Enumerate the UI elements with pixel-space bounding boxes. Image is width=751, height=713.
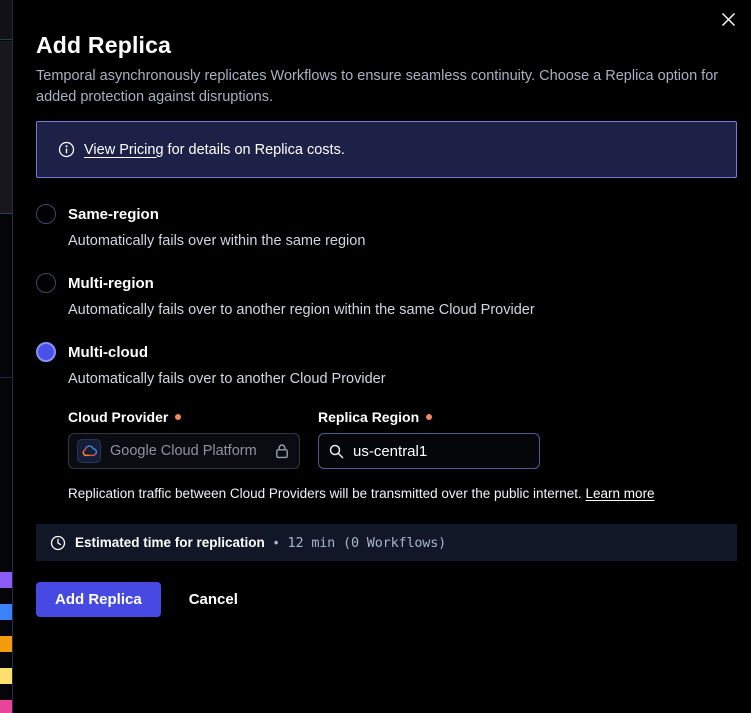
background-panel-segment	[0, 0, 12, 40]
clock-icon	[50, 535, 66, 551]
option-description: Automatically fails over to another regi…	[68, 302, 737, 318]
background-page-edge	[0, 0, 13, 713]
cancel-button[interactable]: Cancel	[189, 591, 238, 608]
replica-region-search-field[interactable]	[318, 433, 540, 469]
add-replica-modal: Add Replica Temporal asynchronously repl…	[13, 0, 751, 713]
replica-region-label: Replica Region	[318, 409, 432, 425]
option-description: Automatically fails over to another Clou…	[68, 371, 737, 387]
add-replica-button[interactable]: Add Replica	[36, 582, 161, 617]
radio-circle-icon[interactable]	[36, 204, 56, 224]
option-description: Automatically fails over within the same…	[68, 233, 737, 249]
search-icon	[329, 444, 344, 459]
option-multi-region: Multi-region Automatically fails over to…	[36, 273, 737, 318]
option-multi-cloud: Multi-cloud Automatically fails over to …	[36, 342, 737, 501]
modal-actions: Add Replica Cancel	[36, 582, 737, 617]
background-panel-divider	[0, 377, 12, 378]
background-panel-segment	[0, 41, 12, 214]
option-label: Multi-cloud	[68, 344, 148, 361]
background-color-item	[0, 636, 12, 652]
replica-option-group: Same-region Automatically fails over wit…	[36, 204, 737, 501]
close-icon[interactable]	[717, 8, 739, 30]
multi-cloud-subform: Cloud Provider Replica Region	[68, 409, 737, 501]
pricing-banner-text: View Pricing for details on Replica cost…	[84, 142, 345, 158]
lock-icon	[275, 443, 289, 459]
view-pricing-link[interactable]: View Pricing	[84, 142, 164, 158]
gcp-logo-icon	[77, 439, 101, 463]
required-dot	[426, 414, 432, 420]
public-internet-note: Replication traffic between Cloud Provid…	[68, 486, 737, 501]
estimate-value: 12 min (0 Workflows)	[288, 535, 447, 551]
modal-description: Temporal asynchronously replicates Workf…	[36, 66, 726, 108]
replica-region-input[interactable]	[353, 443, 529, 460]
estimate-label: Estimated time for replication	[75, 535, 265, 550]
option-label: Same-region	[68, 206, 159, 223]
option-label: Multi-region	[68, 275, 154, 292]
radio-multi-region[interactable]: Multi-region	[36, 273, 737, 293]
radio-circle-icon[interactable]	[36, 273, 56, 293]
background-color-item	[0, 668, 12, 684]
estimate-separator: •	[274, 535, 279, 550]
pricing-banner: View Pricing for details on Replica cost…	[36, 121, 737, 178]
cloud-provider-label: Cloud Provider	[68, 409, 318, 425]
background-color-item	[0, 572, 12, 588]
estimated-time-bar: Estimated time for replication • 12 min …	[36, 524, 737, 561]
cloud-provider-select-disabled: Google Cloud Platform	[68, 433, 300, 469]
page-title: Add Replica	[36, 32, 737, 59]
required-dot	[175, 414, 181, 420]
radio-same-region[interactable]: Same-region	[36, 204, 737, 224]
option-same-region: Same-region Automatically fails over wit…	[36, 204, 737, 249]
learn-more-link[interactable]: Learn more	[586, 486, 655, 501]
info-icon	[58, 141, 75, 158]
background-color-item	[0, 604, 12, 620]
background-color-item	[0, 700, 12, 713]
pricing-banner-rest: for details on Replica costs.	[164, 142, 345, 158]
cloud-provider-value: Google Cloud Platform	[110, 443, 266, 459]
radio-multi-cloud[interactable]: Multi-cloud	[36, 342, 737, 362]
radio-circle-selected-icon[interactable]	[36, 342, 56, 362]
